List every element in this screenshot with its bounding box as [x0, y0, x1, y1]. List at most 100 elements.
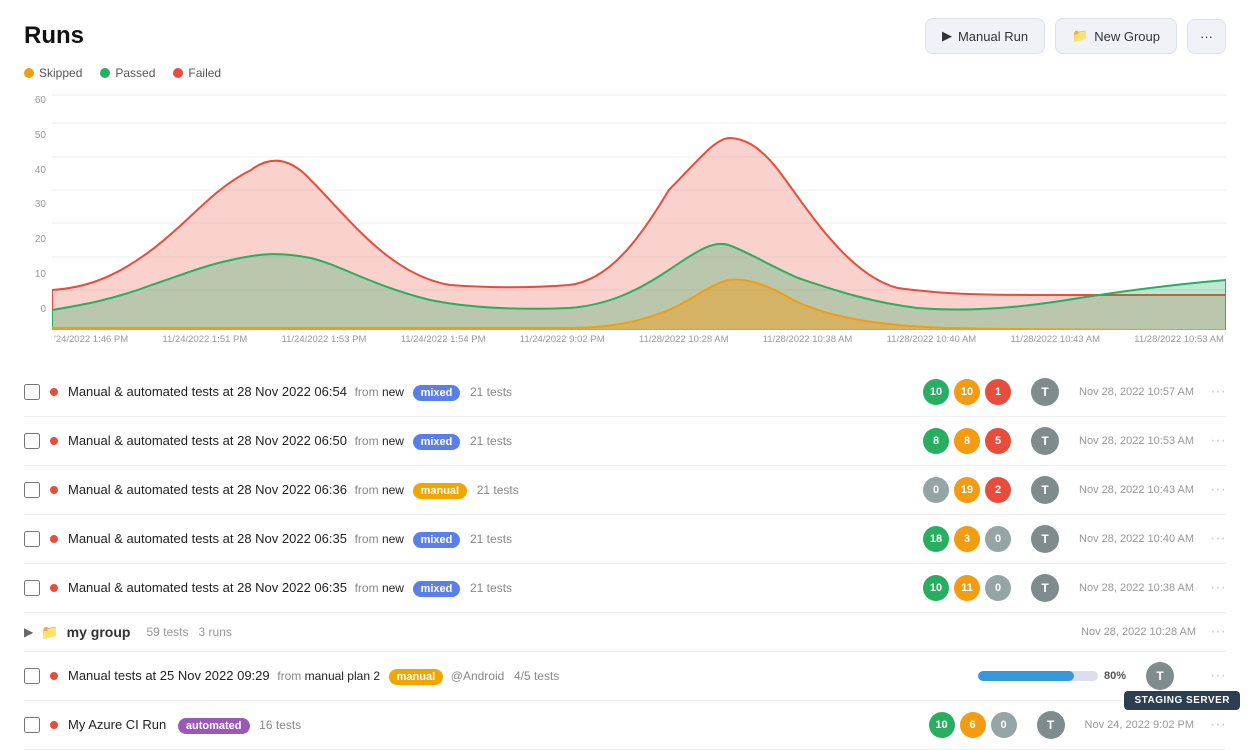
- from-value: new: [382, 434, 404, 448]
- run-checkbox[interactable]: [24, 580, 40, 596]
- badge-red: 1: [985, 379, 1011, 405]
- run-date: Nov 24, 2022 9:02 PM: [1085, 719, 1194, 731]
- y-label-50: 50: [24, 130, 46, 141]
- run-row: Manual & automated tests at 28 Nov 2022 …: [24, 564, 1226, 613]
- progress-wrapper: 80%: [978, 670, 1126, 682]
- from-value: new: [382, 483, 404, 497]
- row-more-button[interactable]: ···: [1210, 383, 1226, 401]
- header-actions: ▶ Manual Run 📁 New Group ···: [925, 18, 1226, 54]
- run-name: My Azure CI Run automated 16 tests: [68, 717, 919, 734]
- from-value: new: [382, 581, 404, 595]
- badge-green: 10: [923, 575, 949, 601]
- more-icon: ···: [1200, 29, 1213, 44]
- y-label-60: 60: [24, 95, 46, 106]
- x-label-6: 11/28/2022 10:38 AM: [763, 334, 853, 345]
- run-name-text[interactable]: Manual & automated tests at 28 Nov 2022 …: [68, 482, 347, 497]
- from-value: new: [382, 532, 404, 546]
- row-more-button[interactable]: ···: [1210, 432, 1226, 450]
- run-name-text[interactable]: Manual & automated tests at 28 Nov 2022 …: [68, 531, 347, 546]
- run-tag: mixed: [413, 434, 461, 450]
- run-badges: 10 11 0: [923, 575, 1011, 601]
- run-name-text[interactable]: Manual tests at 25 Nov 2022 09:29: [68, 668, 270, 683]
- progress-bar-container: [978, 671, 1098, 681]
- run-date: Nov 28, 2022 10:57 AM: [1079, 386, 1194, 398]
- progress-text: 80%: [1104, 670, 1126, 682]
- run-checkbox[interactable]: [24, 384, 40, 400]
- row-more-button[interactable]: ···: [1210, 623, 1226, 641]
- badge-red: 2: [985, 477, 1011, 503]
- runs-list: Manual & automated tests at 28 Nov 2022 …: [0, 368, 1250, 750]
- run-name-text[interactable]: Manual & automated tests at 28 Nov 2022 …: [68, 433, 347, 448]
- run-badges: 10 6 0: [929, 712, 1017, 738]
- group-runs-count: 3 runs: [199, 625, 232, 639]
- run-checkbox[interactable]: [24, 717, 40, 733]
- more-button[interactable]: ···: [1187, 19, 1226, 54]
- run-checkbox[interactable]: [24, 531, 40, 547]
- chevron-right-icon[interactable]: ▶: [24, 625, 33, 639]
- badge-green: 18: [923, 526, 949, 552]
- avatar: T: [1031, 378, 1059, 406]
- failed-dot: [173, 68, 183, 78]
- group-date: Nov 28, 2022 10:28 AM: [1081, 626, 1196, 638]
- badge-orange: 11: [954, 575, 980, 601]
- run-name: Manual & automated tests at 28 Nov 2022 …: [68, 580, 913, 597]
- badge-gray: 0: [991, 712, 1017, 738]
- run-name: Manual & automated tests at 28 Nov 2022 …: [68, 531, 913, 548]
- passed-dot: [100, 68, 110, 78]
- badge-green: 10: [923, 379, 949, 405]
- badge-green: 10: [929, 712, 955, 738]
- run-name-text[interactable]: My Azure CI Run: [68, 717, 166, 732]
- page-header: Runs ▶ Manual Run 📁 New Group ···: [0, 0, 1250, 66]
- badge-orange: 6: [960, 712, 986, 738]
- x-label-0: '24/2022 1:46 PM: [54, 334, 128, 345]
- avatar: T: [1146, 662, 1174, 690]
- run-date: Nov 28, 2022 10:53 AM: [1079, 435, 1194, 447]
- run-badges: 0 19 2: [923, 477, 1011, 503]
- x-label-1: 11/24/2022 1:51 PM: [162, 334, 247, 345]
- run-status-dot: [50, 721, 58, 729]
- run-checkbox[interactable]: [24, 433, 40, 449]
- run-badges: 10 10 1: [923, 379, 1011, 405]
- run-tag: mixed: [413, 581, 461, 597]
- tests-count: 4/5 tests: [514, 669, 559, 683]
- run-date: Nov 28, 2022 10:43 AM: [1079, 484, 1194, 496]
- run-tag: mixed: [413, 385, 461, 401]
- run-name-text[interactable]: Manual & automated tests at 28 Nov 2022 …: [68, 384, 347, 399]
- run-row: Manual & automated tests at 28 Nov 2022 …: [24, 515, 1226, 564]
- run-tag: manual: [389, 669, 444, 685]
- run-checkbox[interactable]: [24, 668, 40, 684]
- x-label-8: 11/28/2022 10:43 AM: [1010, 334, 1100, 345]
- run-date: Nov 28, 2022 10:40 AM: [1079, 533, 1194, 545]
- run-status-dot: [50, 437, 58, 445]
- row-more-button[interactable]: ···: [1210, 530, 1226, 548]
- manual-run-button[interactable]: ▶ Manual Run: [925, 18, 1045, 54]
- row-more-button[interactable]: ···: [1210, 716, 1226, 734]
- at-label: @Android: [451, 669, 505, 683]
- run-status-dot: [50, 672, 58, 680]
- run-status-dot: [50, 486, 58, 494]
- tests-count: 21 tests: [477, 483, 519, 497]
- row-more-button[interactable]: ···: [1210, 481, 1226, 499]
- run-tag: manual: [413, 483, 468, 499]
- x-label-3: 11/24/2022 1:54 PM: [401, 334, 486, 345]
- tests-count: 21 tests: [470, 532, 512, 546]
- badge-green: 8: [923, 428, 949, 454]
- run-name-text[interactable]: Manual & automated tests at 28 Nov 2022 …: [68, 580, 347, 595]
- run-checkbox[interactable]: [24, 482, 40, 498]
- tests-count: 21 tests: [470, 434, 512, 448]
- badge-gray: 0: [923, 477, 949, 503]
- new-group-button[interactable]: 📁 New Group: [1055, 18, 1177, 54]
- x-label-9: 11/28/2022 10:53 AM: [1134, 334, 1224, 345]
- run-date: Nov 28, 2022 10:38 AM: [1079, 582, 1194, 594]
- x-label-2: 11/24/2022 1:53 PM: [282, 334, 367, 345]
- run-badges: 18 3 0: [923, 526, 1011, 552]
- manual-run-label: Manual Run: [958, 29, 1028, 44]
- row-more-button[interactable]: ···: [1210, 667, 1226, 685]
- row-more-button[interactable]: ···: [1210, 579, 1226, 597]
- avatar: T: [1031, 476, 1059, 504]
- legend-skipped: Skipped: [24, 66, 82, 80]
- group-name[interactable]: my group: [67, 624, 131, 640]
- avatar: T: [1031, 525, 1059, 553]
- from-label: from: [355, 434, 382, 448]
- run-status-dot: [50, 535, 58, 543]
